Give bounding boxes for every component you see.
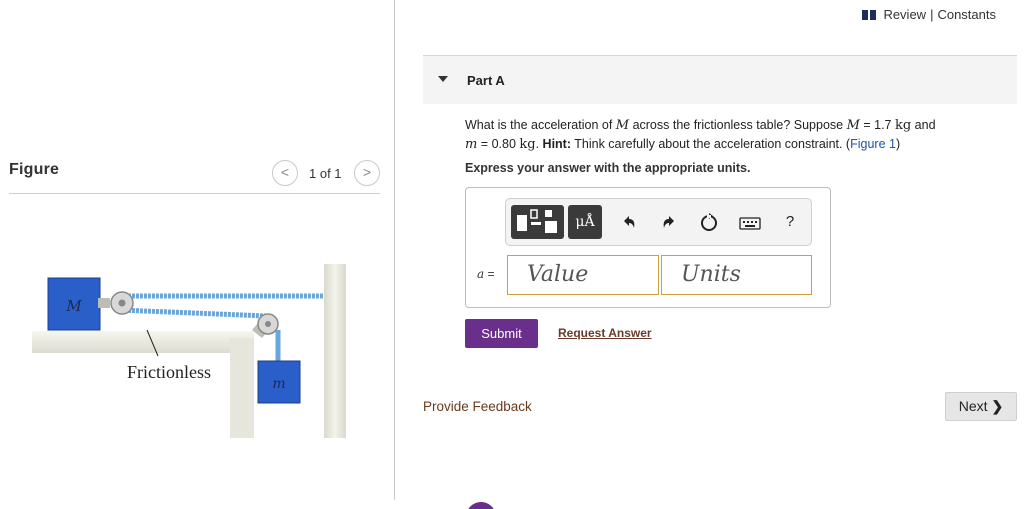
- block-M-label: M: [65, 297, 82, 315]
- templates-button[interactable]: [511, 205, 564, 239]
- provide-feedback-link[interactable]: Provide Feedback: [423, 399, 532, 414]
- pulley-figure: M m Frictionless: [32, 264, 346, 438]
- table-leg: [230, 338, 254, 438]
- previous-figure-button[interactable]: <: [272, 160, 298, 186]
- table-top: [32, 331, 254, 353]
- chevron-right-icon: >: [362, 164, 372, 180]
- figure-link[interactable]: Figure 1: [850, 137, 896, 151]
- question-text-part: What is the acceleration of: [465, 118, 616, 132]
- reset-icon[interactable]: [698, 210, 720, 234]
- question-text: What is the acceleration of M across the…: [465, 116, 1005, 154]
- review-link[interactable]: Review: [883, 7, 926, 22]
- part-header[interactable]: [423, 56, 1017, 104]
- chevron-right-icon: ❯: [991, 398, 1004, 414]
- block-pulley-hub: [118, 299, 126, 307]
- variable-M: M: [846, 118, 860, 133]
- equals-sign: =: [487, 267, 495, 281]
- question-text-part: .: [535, 137, 543, 151]
- review-constants-bar: Review | Constants: [862, 7, 996, 22]
- figure-pager-count: 1 of 1: [309, 166, 342, 181]
- redo-icon[interactable]: [660, 210, 678, 234]
- block-pulley-axle: [98, 298, 110, 308]
- table-pulley-hub: [265, 321, 271, 327]
- next-figure-button[interactable]: >: [354, 160, 380, 186]
- pane-divider[interactable]: [394, 0, 395, 500]
- figure-divider: [9, 193, 380, 194]
- question-text-part: = 1.7: [859, 118, 895, 132]
- collapse-caret-icon[interactable]: [438, 76, 448, 82]
- help-bubble-icon[interactable]: [466, 502, 496, 509]
- constants-link[interactable]: Constants: [937, 7, 996, 22]
- units-button[interactable]: μÅ: [568, 205, 602, 239]
- hint-label: Hint:: [542, 137, 572, 151]
- header-separator: |: [930, 7, 934, 22]
- next-button-label: Next: [958, 398, 988, 414]
- question-text-part: = 0.80: [477, 137, 520, 151]
- block-m-label: m: [272, 376, 285, 392]
- request-answer-link[interactable]: Request Answer: [558, 326, 652, 340]
- rope-lower: [119, 307, 267, 319]
- variable-m: m: [465, 137, 478, 152]
- figure-heading: Figure: [9, 161, 60, 178]
- next-button[interactable]: Next ❯: [945, 392, 1017, 421]
- frictionless-label: Frictionless: [127, 362, 211, 382]
- chevron-left-icon: <: [280, 164, 290, 180]
- answer-variable-label: a =: [477, 267, 495, 281]
- templates-icon: [517, 209, 557, 233]
- book-icon: [862, 9, 877, 20]
- question-text-part: ): [895, 137, 901, 151]
- part-title: Part A: [467, 73, 505, 88]
- keyboard-icon[interactable]: [738, 210, 762, 234]
- undo-icon[interactable]: [620, 210, 638, 234]
- variable-M: M: [615, 118, 630, 133]
- variable-a: a: [477, 267, 485, 281]
- question-text-part: across the frictionless table? Suppose: [629, 118, 847, 132]
- unit-kg: kg: [895, 118, 912, 133]
- wall: [324, 264, 346, 438]
- question-text-part: Think carefully about the acceleration c…: [571, 137, 851, 151]
- value-input[interactable]: Value: [507, 255, 659, 295]
- units-input[interactable]: Units: [661, 255, 812, 295]
- submit-button[interactable]: Submit: [465, 319, 538, 348]
- question-text-part: and: [911, 118, 936, 132]
- help-button[interactable]: ?: [782, 210, 798, 234]
- unit-kg: kg: [519, 137, 536, 152]
- answer-instruction: Express your answer with the appropriate…: [465, 161, 751, 175]
